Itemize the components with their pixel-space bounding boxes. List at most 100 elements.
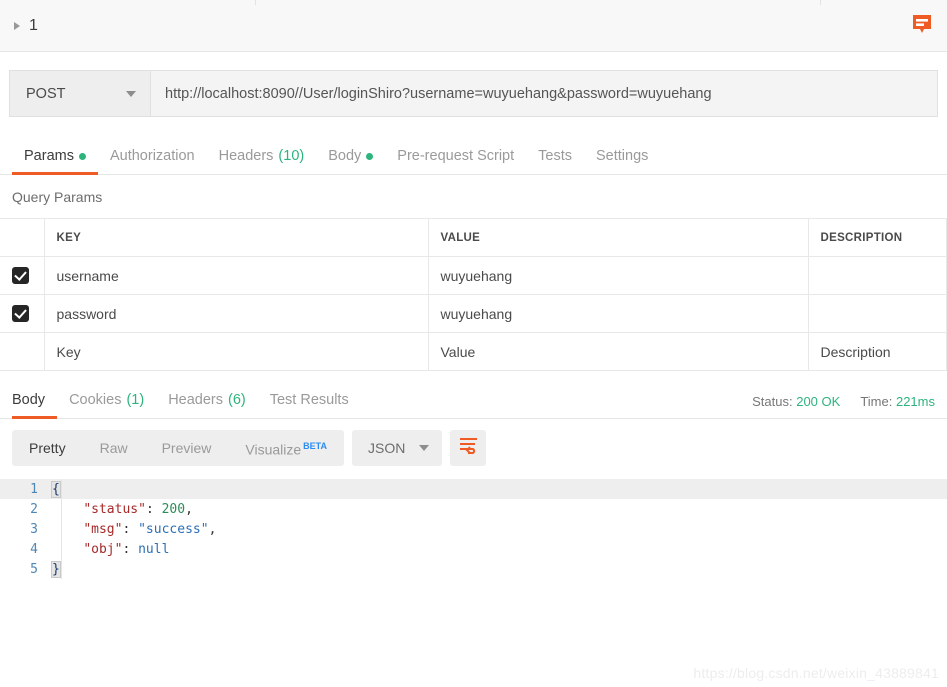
tab-label: Body bbox=[12, 392, 46, 408]
triangle-right-icon[interactable] bbox=[14, 21, 20, 30]
column-header-key: KEY bbox=[44, 218, 429, 257]
request-tab-params[interactable]: Params bbox=[12, 148, 98, 175]
format-value: JSON bbox=[368, 440, 406, 456]
checkbox-checked-icon bbox=[12, 267, 29, 285]
cell-value-placeholder[interactable]: Value bbox=[428, 332, 809, 371]
beta-badge: BETA bbox=[303, 441, 328, 452]
column-header-description: DESCRIPTION bbox=[808, 218, 947, 257]
row-checkbox-empty[interactable] bbox=[0, 332, 45, 371]
token-punc: : bbox=[122, 541, 139, 557]
response-tabs: Body Cookies (1) Headers (6) Test Results bbox=[12, 392, 361, 419]
table-row: username wuyuehang bbox=[0, 256, 947, 295]
response-body-toolbar: Pretty Raw Preview Visualize BETA JSON bbox=[0, 419, 947, 477]
code-line: 2 "status": 200, bbox=[0, 499, 947, 519]
request-index-label: 1 bbox=[29, 16, 38, 34]
cell-description[interactable] bbox=[808, 294, 947, 333]
response-body-code[interactable]: 1{2 "status": 200, 3 "msg": "success", 4 "… bbox=[0, 479, 947, 579]
tab-label: Test Results bbox=[269, 392, 349, 408]
request-tab-body[interactable]: Body bbox=[316, 148, 385, 174]
tab-seam-right bbox=[820, 0, 821, 5]
token-punc: , bbox=[208, 521, 217, 537]
token-punc bbox=[52, 542, 83, 557]
tab-label: Tests bbox=[538, 148, 572, 164]
chevron-down-icon bbox=[419, 445, 430, 451]
wrap-text-icon bbox=[459, 437, 478, 459]
request-tab-tests[interactable]: Tests bbox=[526, 148, 584, 174]
token-punc: : bbox=[145, 501, 162, 517]
line-number: 3 bbox=[30, 521, 38, 537]
tab-label: Body bbox=[328, 148, 362, 164]
token-key: "msg" bbox=[83, 521, 123, 537]
cell-value[interactable]: wuyuehang bbox=[428, 294, 809, 333]
cell-description[interactable] bbox=[808, 256, 947, 295]
token-num: 200 bbox=[161, 501, 186, 517]
code-line-text: "obj": null bbox=[52, 542, 169, 557]
view-mode-visualize[interactable]: Visualize BETA bbox=[228, 428, 344, 468]
code-line: 1{ bbox=[0, 479, 947, 499]
cell-key-placeholder[interactable]: Key bbox=[44, 332, 429, 371]
view-mode-preview[interactable]: Preview bbox=[145, 430, 229, 466]
view-mode-label: Preview bbox=[161, 440, 212, 456]
table-row-placeholder: Key Value Description bbox=[0, 332, 947, 371]
cell-key[interactable]: password bbox=[44, 294, 429, 333]
tab-count-badge: (6) bbox=[228, 392, 246, 408]
code-line-text: "msg": "success", bbox=[52, 522, 216, 537]
request-tabs: Params Authorization Headers (10) Body Pre-re… bbox=[0, 135, 947, 175]
comment-bubble-icon[interactable] bbox=[911, 14, 933, 41]
collapsed-request-strip: 1 bbox=[0, 0, 947, 52]
request-tab-pre-request-script[interactable]: Pre-request Script bbox=[385, 148, 526, 174]
time-value: 221ms bbox=[895, 394, 935, 409]
tab-label: Headers bbox=[218, 148, 274, 164]
cell-key[interactable]: username bbox=[44, 256, 429, 295]
response-tab-test-results[interactable]: Test Results bbox=[258, 392, 361, 418]
row-checkbox[interactable] bbox=[0, 294, 45, 333]
response-tab-cookies[interactable]: Cookies (1) bbox=[57, 392, 156, 418]
cell-description-placeholder[interactable]: Description bbox=[808, 332, 947, 371]
token-punc bbox=[52, 502, 83, 517]
response-tab-body[interactable]: Body bbox=[12, 392, 58, 419]
checkbox-checked-icon bbox=[12, 305, 29, 323]
table-row: password wuyuehang bbox=[0, 294, 947, 333]
format-select[interactable]: JSON bbox=[352, 430, 443, 466]
chevron-down-icon bbox=[126, 90, 136, 97]
line-number: 2 bbox=[30, 501, 38, 517]
view-mode-switcher: Pretty Raw Preview Visualize BETA bbox=[12, 428, 345, 468]
token-key: "status" bbox=[83, 501, 146, 517]
view-mode-raw[interactable]: Raw bbox=[83, 430, 145, 466]
request-tab-headers[interactable]: Headers (10) bbox=[207, 148, 317, 174]
tab-label: Params bbox=[24, 148, 74, 164]
row-checkbox[interactable] bbox=[0, 256, 45, 295]
wrap-text-button[interactable] bbox=[450, 430, 487, 466]
request-tab-settings[interactable]: Settings bbox=[584, 148, 660, 174]
time-label: Time: bbox=[860, 394, 893, 409]
query-params-label: Query Params bbox=[12, 189, 103, 205]
view-mode-pretty[interactable]: Pretty bbox=[12, 430, 83, 466]
tab-count-badge: (10) bbox=[278, 148, 305, 164]
status-label: Status: bbox=[752, 394, 793, 409]
select-all-header bbox=[0, 218, 45, 257]
tab-label: Authorization bbox=[109, 148, 195, 164]
code-line: 4 "obj": null bbox=[0, 539, 947, 559]
http-method-select[interactable]: POST bbox=[9, 70, 151, 117]
url-text: http://localhost:8090//User/loginShiro?u… bbox=[165, 85, 712, 102]
line-number: 5 bbox=[30, 561, 38, 577]
tab-seam-left bbox=[255, 0, 256, 5]
code-line: 5} bbox=[0, 559, 947, 579]
tab-label: Pre-request Script bbox=[397, 148, 515, 164]
modified-dot-icon bbox=[78, 153, 86, 160]
view-mode-label: Raw bbox=[99, 440, 128, 456]
cell-value[interactable]: wuyuehang bbox=[428, 256, 809, 295]
tab-count-badge: (1) bbox=[126, 392, 145, 408]
request-tab-authorization[interactable]: Authorization bbox=[98, 148, 207, 174]
url-input[interactable]: http://localhost:8090//User/loginShiro?u… bbox=[151, 70, 938, 117]
view-mode-label: Pretty bbox=[29, 440, 66, 456]
query-params-table: KEY VALUE DESCRIPTION username wuyuehang p… bbox=[0, 218, 947, 371]
line-number: 1 bbox=[30, 481, 38, 497]
http-method-value: POST bbox=[26, 85, 66, 102]
token-brace: } bbox=[51, 560, 61, 578]
code-line-text: { bbox=[51, 480, 61, 498]
tab-label: Cookies bbox=[69, 392, 122, 408]
time-badge: Time: 221ms bbox=[860, 394, 935, 409]
code-line: 3 "msg": "success", bbox=[0, 519, 947, 539]
response-tab-headers[interactable]: Headers (6) bbox=[156, 392, 258, 418]
